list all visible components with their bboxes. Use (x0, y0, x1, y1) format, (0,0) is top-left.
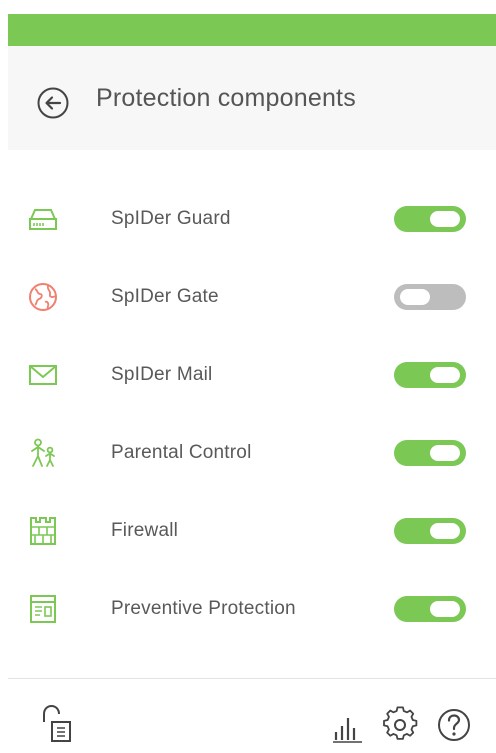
spider-guard-toggle[interactable] (394, 206, 466, 232)
drive-icon (26, 202, 60, 236)
help-circle-icon (438, 709, 470, 741)
app-window-icon (26, 592, 60, 626)
component-row-preventive-protection[interactable]: Preventive Protection (8, 570, 496, 648)
component-row-parental-control[interactable]: Parental Control (8, 414, 496, 492)
toggle-knob (430, 367, 460, 383)
firewall-toggle[interactable] (394, 518, 466, 544)
header: Protection components (8, 46, 496, 150)
back-arrow-circle-icon (37, 87, 69, 119)
component-label: Firewall (111, 520, 179, 541)
toggle-knob (430, 523, 460, 539)
toggle-knob (430, 211, 460, 227)
globe-icon (26, 280, 60, 314)
bar-chart-icon (333, 718, 362, 743)
component-row-spider-guard[interactable]: SpIDer Guard (8, 180, 496, 258)
gear-icon (383, 706, 418, 740)
settings-button[interactable] (382, 704, 418, 744)
parental-control-toggle[interactable] (394, 440, 466, 466)
toggle-knob (430, 601, 460, 617)
envelope-icon (26, 358, 60, 392)
help-button[interactable] (436, 704, 472, 744)
component-label: Parental Control (111, 442, 252, 463)
component-row-spider-mail[interactable]: SpIDer Mail (8, 336, 496, 414)
spider-gate-toggle[interactable] (394, 284, 466, 310)
back-button[interactable] (36, 86, 70, 120)
padlock-open-icon (43, 704, 71, 742)
statistics-button[interactable] (332, 704, 364, 744)
toggle-knob (430, 445, 460, 461)
spider-mail-toggle[interactable] (394, 362, 466, 388)
parent-child-icon (26, 436, 60, 470)
preventive-protection-toggle[interactable] (394, 596, 466, 622)
page-title: Protection components (96, 84, 356, 112)
footer-divider (8, 678, 496, 679)
castle-wall-icon (26, 514, 60, 548)
status-bar (8, 14, 496, 46)
component-row-spider-gate[interactable]: SpIDer Gate (8, 258, 496, 336)
component-label: Preventive Protection (111, 598, 296, 619)
component-label: SpIDer Gate (111, 286, 219, 307)
component-row-firewall[interactable]: Firewall (8, 492, 496, 570)
component-label: SpIDer Mail (111, 364, 213, 385)
protection-components-panel: Protection components SpIDer Guard SpIDe… (8, 14, 496, 753)
toggle-knob (400, 289, 430, 305)
lock-button[interactable] (38, 704, 74, 744)
component-label: SpIDer Guard (111, 208, 231, 229)
